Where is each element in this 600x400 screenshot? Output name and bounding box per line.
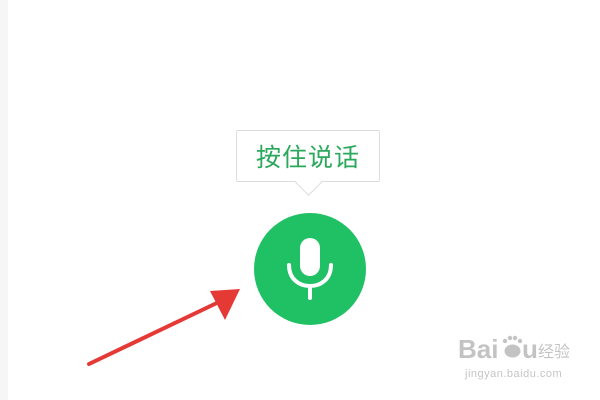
tooltip-label: 按住说话	[255, 143, 360, 172]
watermark: Bai u 经验 jingyan.baidu.com	[458, 330, 588, 390]
watermark-url: jingyan.baidu.com	[465, 368, 563, 380]
svg-text:u: u	[522, 334, 538, 364]
voice-input-button[interactable]	[254, 213, 366, 325]
baidu-jingyan-logo: Bai u 经验	[458, 334, 570, 364]
hold-to-talk-tooltip: 按住说话	[236, 130, 380, 182]
microphone-icon	[287, 238, 333, 300]
svg-text:经验: 经验	[538, 342, 570, 361]
svg-text:Bai: Bai	[458, 334, 498, 364]
left-edge-strip	[0, 0, 8, 400]
red-arrow-icon	[87, 289, 240, 366]
